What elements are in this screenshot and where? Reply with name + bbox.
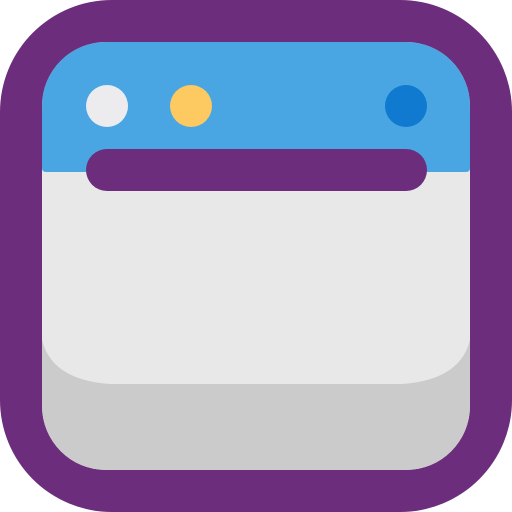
window-dot-left-icon — [86, 85, 128, 127]
browser-window-icon — [0, 0, 512, 512]
address-bar — [86, 149, 427, 191]
browser-window-graphic — [0, 0, 512, 512]
window-dot-middle-icon — [170, 85, 212, 127]
window-dot-right-icon — [385, 85, 427, 127]
